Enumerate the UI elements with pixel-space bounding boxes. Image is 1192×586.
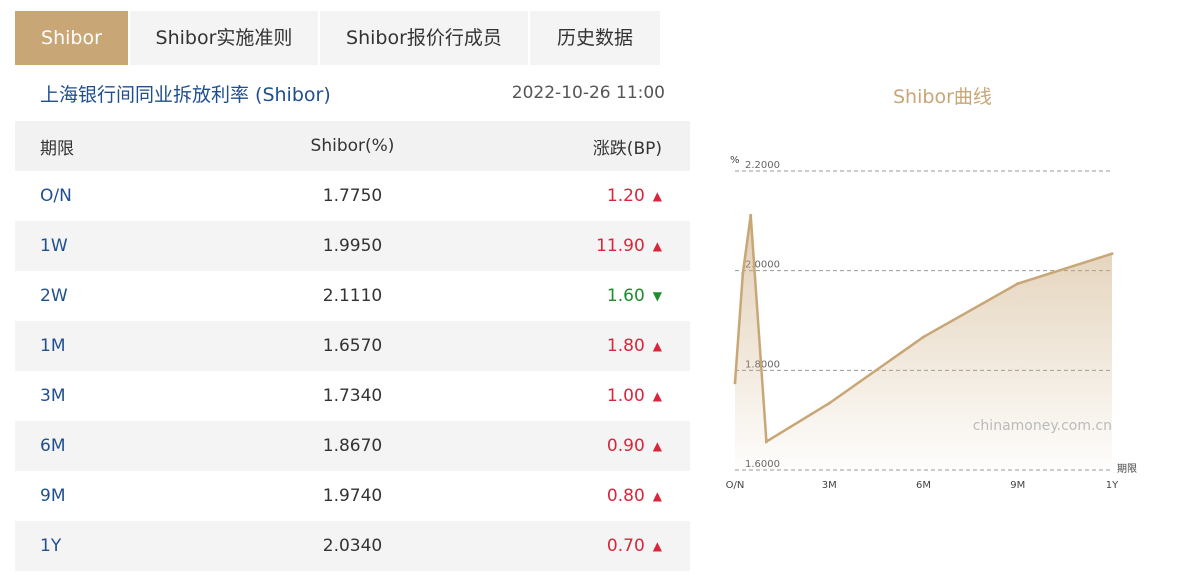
data-point-6M	[922, 335, 925, 339]
data-point-O/N	[733, 381, 737, 385]
term-link[interactable]: 6M	[40, 436, 65, 456]
term-link[interactable]: 1M	[40, 336, 65, 356]
data-point-1Y	[1110, 252, 1114, 256]
x-axis-label: 期限	[1117, 463, 1137, 475]
table-row: 2W 2.1110 1.60 ▼	[15, 271, 690, 321]
table-row: 1W 1.9950 11.90 ▲	[15, 221, 690, 271]
tab-shibor[interactable]: Shibor	[15, 11, 130, 65]
header-change: 涨跌(BP)	[592, 138, 662, 159]
term-link[interactable]: 9M	[40, 486, 65, 506]
tab-bar: Shibor Shibor实施准则 Shibor报价行成员 历史数据	[15, 11, 662, 65]
tab-shibor-members[interactable]: Shibor报价行成员	[320, 11, 530, 65]
up-arrow-icon: ▲	[652, 489, 662, 503]
change-value: 1.60	[606, 286, 645, 306]
x-tick-label: 1Y	[1106, 480, 1119, 491]
term-link[interactable]: 1Y	[40, 536, 61, 556]
shibor-curve-chart: 2.20002.00001.80001.6000%O/N3M6M9M1Y期限ch…	[726, 155, 1137, 491]
term-link[interactable]: 1W	[40, 236, 68, 256]
change-value: 0.70	[606, 536, 645, 556]
down-arrow-icon: ▼	[652, 289, 662, 303]
data-point-9M	[1016, 282, 1020, 286]
table-row: 1M 1.6570 1.80 ▲	[15, 321, 690, 371]
rate-value: 1.8670	[322, 436, 383, 456]
up-arrow-icon: ▲	[652, 439, 662, 453]
term-link[interactable]: O/N	[40, 186, 72, 206]
table-row: O/N 1.7750 1.20 ▲	[15, 171, 690, 221]
table-row: 6M 1.8670 0.90 ▲	[15, 421, 690, 471]
rate-value: 2.1110	[322, 286, 383, 306]
x-tick-label: 9M	[1010, 480, 1025, 491]
y-axis-label: %	[730, 155, 740, 166]
x-tick-label: 6M	[916, 480, 931, 491]
up-arrow-icon: ▲	[652, 189, 662, 203]
table-header: 期限 Shibor(%) 涨跌(BP)	[15, 121, 690, 171]
rate-value: 1.9740	[322, 486, 383, 506]
data-point-1W	[741, 271, 745, 275]
change-value: 0.80	[606, 486, 645, 506]
table-title: 上海银行间同业拆放利率 (Shibor)	[40, 84, 331, 106]
header-rate: Shibor(%)	[310, 136, 395, 156]
y-tick-label: 2.2000	[745, 160, 780, 171]
change-value: 1.20	[606, 186, 645, 206]
rate-value: 1.7750	[322, 186, 383, 206]
change-value: 1.80	[606, 336, 645, 356]
data-point-3M	[827, 401, 831, 405]
tab-history[interactable]: 历史数据	[530, 11, 662, 65]
change-value: 11.90	[596, 236, 645, 256]
up-arrow-icon: ▲	[652, 389, 662, 403]
table-row: 9M 1.9740 0.80 ▲	[15, 471, 690, 521]
x-tick-label: O/N	[726, 480, 745, 491]
rate-value: 1.9950	[322, 236, 383, 256]
chart-title: Shibor曲线	[893, 86, 992, 108]
timestamp: 2022-10-26 11:00	[511, 83, 665, 103]
table-row: 1Y 2.0340 0.70 ▲	[15, 521, 690, 571]
term-link[interactable]: 3M	[40, 386, 65, 406]
shibor-table: 期限 Shibor(%) 涨跌(BP) O/N 1.7750 1.20 ▲ 1W 1.99…	[15, 121, 690, 571]
data-point-1M	[764, 440, 768, 444]
watermark: chinamoney.com.cn	[973, 418, 1112, 434]
table-row: 3M 1.7340 1.00 ▲	[15, 371, 690, 421]
x-tick-label: 3M	[822, 480, 837, 491]
change-value: 1.00	[606, 386, 645, 406]
up-arrow-icon: ▲	[652, 239, 662, 253]
rate-value: 1.7340	[322, 386, 383, 406]
rate-value: 2.0340	[322, 536, 383, 556]
tab-shibor-rules[interactable]: Shibor实施准则	[130, 11, 320, 65]
up-arrow-icon: ▲	[652, 339, 662, 353]
term-link[interactable]: 2W	[40, 286, 68, 306]
change-value: 0.90	[606, 436, 645, 456]
data-point-2W	[749, 213, 753, 217]
rate-value: 1.6570	[322, 336, 383, 356]
up-arrow-icon: ▲	[652, 539, 662, 553]
header-term: 期限	[40, 138, 74, 159]
